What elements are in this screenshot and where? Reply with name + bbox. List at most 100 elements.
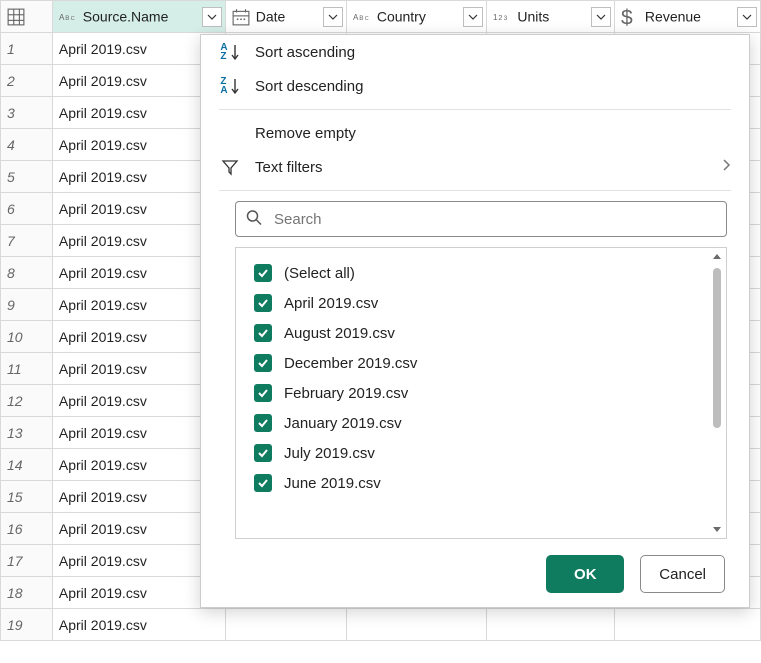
scroll-up-icon[interactable] bbox=[710, 250, 724, 264]
menu-label: Sort descending bbox=[255, 78, 363, 95]
checkbox-checked-icon bbox=[254, 354, 272, 372]
row-number: 18 bbox=[1, 577, 53, 609]
cell-date bbox=[225, 609, 346, 641]
button-label: OK bbox=[574, 566, 597, 583]
filter-value-item[interactable]: December 2019.csv bbox=[252, 348, 710, 378]
filter-dropdown: AZ Sort ascending ZA Sort descending Rem… bbox=[200, 34, 750, 608]
table-icon bbox=[7, 8, 25, 26]
scroll-thumb[interactable] bbox=[713, 268, 721, 428]
row-number: 3 bbox=[1, 97, 53, 129]
row-number: 17 bbox=[1, 545, 53, 577]
cancel-button[interactable]: Cancel bbox=[640, 555, 725, 593]
text-type-icon: ABC bbox=[353, 8, 371, 26]
filter-value-label: July 2019.csv bbox=[284, 445, 375, 462]
filter-value-item[interactable]: April 2019.csv bbox=[252, 288, 710, 318]
button-label: Cancel bbox=[659, 566, 706, 583]
search-icon bbox=[245, 209, 263, 230]
filter-value-item[interactable]: January 2019.csv bbox=[252, 408, 710, 438]
filter-value-label: June 2019.csv bbox=[284, 475, 381, 492]
text-filters-item[interactable]: Text filters bbox=[201, 150, 749, 184]
filter-value-label: April 2019.csv bbox=[284, 295, 378, 312]
sort-ascending-item[interactable]: AZ Sort ascending bbox=[201, 35, 749, 69]
svg-text:3: 3 bbox=[504, 15, 508, 22]
currency-type-icon: $ bbox=[621, 8, 639, 26]
search-field-wrapper bbox=[235, 201, 727, 237]
ok-button[interactable]: OK bbox=[546, 555, 624, 593]
row-number: 13 bbox=[1, 417, 53, 449]
menu-separator bbox=[219, 190, 731, 191]
svg-text:A: A bbox=[59, 13, 65, 22]
checkbox-checked-icon bbox=[254, 474, 272, 492]
sort-descending-icon: ZA bbox=[219, 75, 241, 97]
row-number: 19 bbox=[1, 609, 53, 641]
row-number: 4 bbox=[1, 129, 53, 161]
checkbox-checked-icon bbox=[254, 264, 272, 282]
blank-icon bbox=[219, 122, 241, 144]
filter-value-item[interactable]: August 2019.csv bbox=[252, 318, 710, 348]
dialog-footer: OK Cancel bbox=[201, 539, 749, 593]
remove-empty-item[interactable]: Remove empty bbox=[201, 116, 749, 150]
row-number: 14 bbox=[1, 449, 53, 481]
row-number: 16 bbox=[1, 513, 53, 545]
row-number: 7 bbox=[1, 225, 53, 257]
filter-icon bbox=[219, 156, 241, 178]
menu-label: Sort ascending bbox=[255, 44, 355, 61]
cell-country bbox=[346, 609, 487, 641]
filter-value-item[interactable]: February 2019.csv bbox=[252, 378, 710, 408]
row-number: 11 bbox=[1, 353, 53, 385]
sort-descending-item[interactable]: ZA Sort descending bbox=[201, 69, 749, 103]
sort-ascending-icon: AZ bbox=[219, 41, 241, 63]
chevron-down-icon bbox=[328, 12, 338, 22]
table-row[interactable]: 19April 2019.csv bbox=[1, 609, 761, 641]
column-label: Country bbox=[377, 9, 426, 25]
filter-button-date[interactable] bbox=[323, 7, 343, 27]
chevron-down-icon bbox=[596, 12, 606, 22]
filter-value-item[interactable]: June 2019.csv bbox=[252, 468, 710, 498]
number-type-icon: 123 bbox=[493, 8, 511, 26]
filter-value-label: February 2019.csv bbox=[284, 385, 408, 402]
row-number: 6 bbox=[1, 193, 53, 225]
filter-value-label: (Select all) bbox=[284, 265, 355, 282]
chevron-down-icon bbox=[207, 12, 217, 22]
filter-value-item[interactable]: (Select all) bbox=[252, 258, 710, 288]
checkbox-checked-icon bbox=[254, 444, 272, 462]
column-header-revenue[interactable]: $ Revenue bbox=[615, 1, 761, 33]
filter-button-source-name[interactable] bbox=[202, 7, 222, 27]
filter-value-label: January 2019.csv bbox=[284, 415, 402, 432]
checkbox-checked-icon bbox=[254, 384, 272, 402]
row-number: 1 bbox=[1, 33, 53, 65]
filter-value-item[interactable]: July 2019.csv bbox=[252, 438, 710, 468]
scroll-down-icon[interactable] bbox=[710, 522, 724, 536]
filter-values-list: (Select all) April 2019.csv August 2019.cs… bbox=[235, 247, 727, 539]
column-header-date[interactable]: Date bbox=[225, 1, 346, 33]
svg-text:C: C bbox=[71, 16, 75, 22]
row-number: 12 bbox=[1, 385, 53, 417]
chevron-down-icon bbox=[742, 12, 752, 22]
row-number: 2 bbox=[1, 65, 53, 97]
menu-separator bbox=[219, 109, 731, 110]
svg-text:$: $ bbox=[621, 6, 633, 29]
column-label: Source.Name bbox=[83, 9, 169, 25]
row-number: 10 bbox=[1, 321, 53, 353]
column-header-country[interactable]: ABC Country bbox=[346, 1, 487, 33]
scrollbar[interactable] bbox=[710, 250, 724, 536]
date-type-icon bbox=[232, 8, 250, 26]
filter-button-country[interactable] bbox=[463, 7, 483, 27]
checkbox-checked-icon bbox=[254, 414, 272, 432]
row-number: 9 bbox=[1, 289, 53, 321]
svg-text:B: B bbox=[65, 15, 69, 22]
svg-text:1: 1 bbox=[493, 13, 498, 22]
filter-value-label: August 2019.csv bbox=[284, 325, 395, 342]
text-type-icon: ABC bbox=[59, 8, 77, 26]
menu-label: Remove empty bbox=[255, 125, 356, 142]
menu-label: Text filters bbox=[255, 159, 323, 176]
filter-button-revenue[interactable] bbox=[737, 7, 757, 27]
column-label: Units bbox=[517, 9, 549, 25]
column-header-source-name[interactable]: ABC Source.Name bbox=[52, 1, 225, 33]
filter-button-units[interactable] bbox=[591, 7, 611, 27]
search-input[interactable] bbox=[235, 201, 727, 237]
svg-text:2: 2 bbox=[499, 13, 503, 22]
column-label: Date bbox=[256, 9, 286, 25]
column-header-units[interactable]: 123 Units bbox=[487, 1, 615, 33]
filter-value-label: December 2019.csv bbox=[284, 355, 417, 372]
